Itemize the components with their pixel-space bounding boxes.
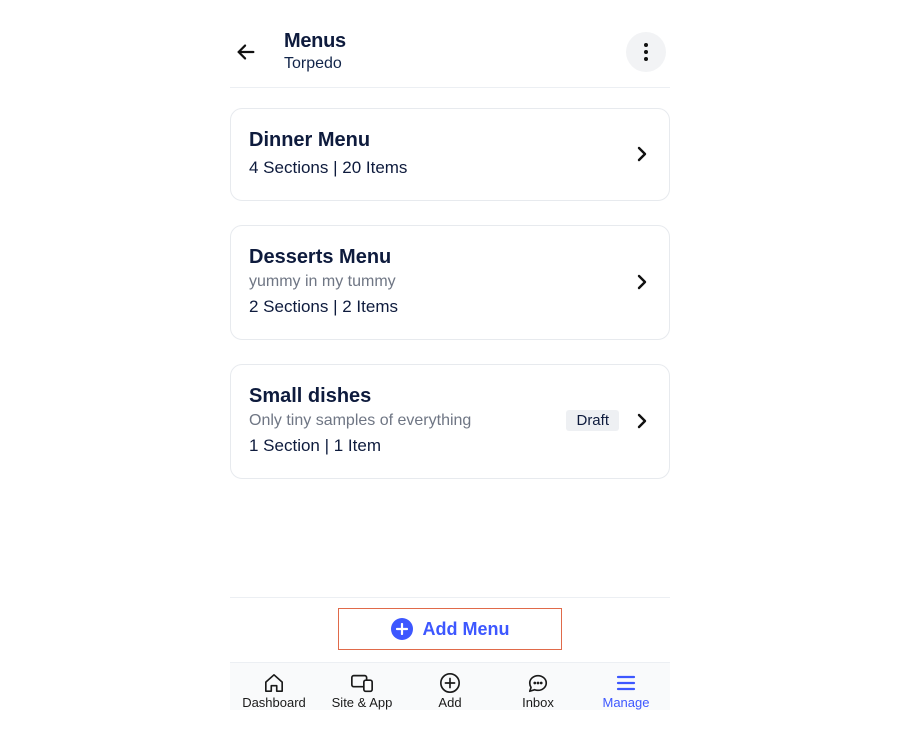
tab-label: Inbox	[522, 695, 554, 710]
tab-label: Dashboard	[242, 695, 306, 710]
menu-card-desc: Only tiny samples of everything	[249, 412, 471, 430]
chat-icon	[525, 673, 551, 693]
tab-add[interactable]: Add	[408, 673, 492, 710]
header: Menus Torpedo	[230, 30, 670, 88]
plus-circle-outline-icon	[437, 673, 463, 693]
header-left: Menus Torpedo	[234, 30, 346, 73]
content-area: Menus Torpedo Dinner Menu 4 Sections | 2…	[230, 0, 670, 479]
tab-site-app[interactable]: Site & App	[320, 673, 404, 710]
menu-card-info: Small dishes Only tiny samples of everyt…	[249, 385, 471, 456]
back-button[interactable]	[234, 40, 258, 64]
more-button[interactable]	[626, 32, 666, 72]
devices-icon	[349, 673, 375, 693]
menu-card-meta: 1 Section | 1 Item	[249, 436, 471, 456]
menu-card-meta: 4 Sections | 20 Items	[249, 158, 407, 178]
chevron-right-icon	[633, 412, 651, 430]
menu-card-info: Desserts Menu yummy in my tummy 2 Sectio…	[249, 246, 398, 317]
menu-card-desc: yummy in my tummy	[249, 273, 398, 291]
menu-card[interactable]: Desserts Menu yummy in my tummy 2 Sectio…	[230, 225, 670, 340]
footer-area: Add Menu Dashboard Site & App Add	[230, 597, 670, 710]
menu-card-title: Small dishes	[249, 385, 471, 408]
page-title: Menus	[284, 30, 346, 53]
menu-card-info: Dinner Menu 4 Sections | 20 Items	[249, 129, 407, 178]
more-vertical-icon	[643, 42, 649, 62]
menu-card-right: Draft	[566, 410, 651, 431]
tab-manage[interactable]: Manage	[584, 673, 668, 710]
menu-lines-icon	[613, 673, 639, 693]
page-subtitle: Torpedo	[284, 55, 346, 73]
tab-dashboard[interactable]: Dashboard	[232, 673, 316, 710]
footer-divider	[230, 597, 670, 598]
menu-card-title: Dinner Menu	[249, 129, 407, 152]
tab-label: Manage	[603, 695, 650, 710]
status-badge: Draft	[566, 410, 619, 431]
add-menu-label: Add Menu	[423, 619, 510, 640]
tab-label: Add	[438, 695, 461, 710]
plus-circle-icon	[391, 618, 413, 640]
app-root: Menus Torpedo Dinner Menu 4 Sections | 2…	[0, 0, 900, 730]
chevron-right-icon	[633, 273, 651, 291]
menu-card-meta: 2 Sections | 2 Items	[249, 297, 398, 317]
menu-card[interactable]: Small dishes Only tiny samples of everyt…	[230, 364, 670, 479]
menu-card[interactable]: Dinner Menu 4 Sections | 20 Items	[230, 108, 670, 201]
home-icon	[261, 673, 287, 693]
chevron-right-icon	[633, 145, 651, 163]
tab-label: Site & App	[332, 695, 393, 710]
menu-card-title: Desserts Menu	[249, 246, 398, 269]
arrow-left-icon	[235, 41, 257, 63]
title-block: Menus Torpedo	[284, 30, 346, 73]
menu-card-right	[633, 145, 651, 163]
menu-card-right	[633, 273, 651, 291]
tab-inbox[interactable]: Inbox	[496, 673, 580, 710]
menu-list: Dinner Menu 4 Sections | 20 Items Desser…	[230, 88, 670, 479]
add-menu-button[interactable]: Add Menu	[338, 608, 562, 650]
tab-bar: Dashboard Site & App Add Inbox	[230, 662, 670, 710]
